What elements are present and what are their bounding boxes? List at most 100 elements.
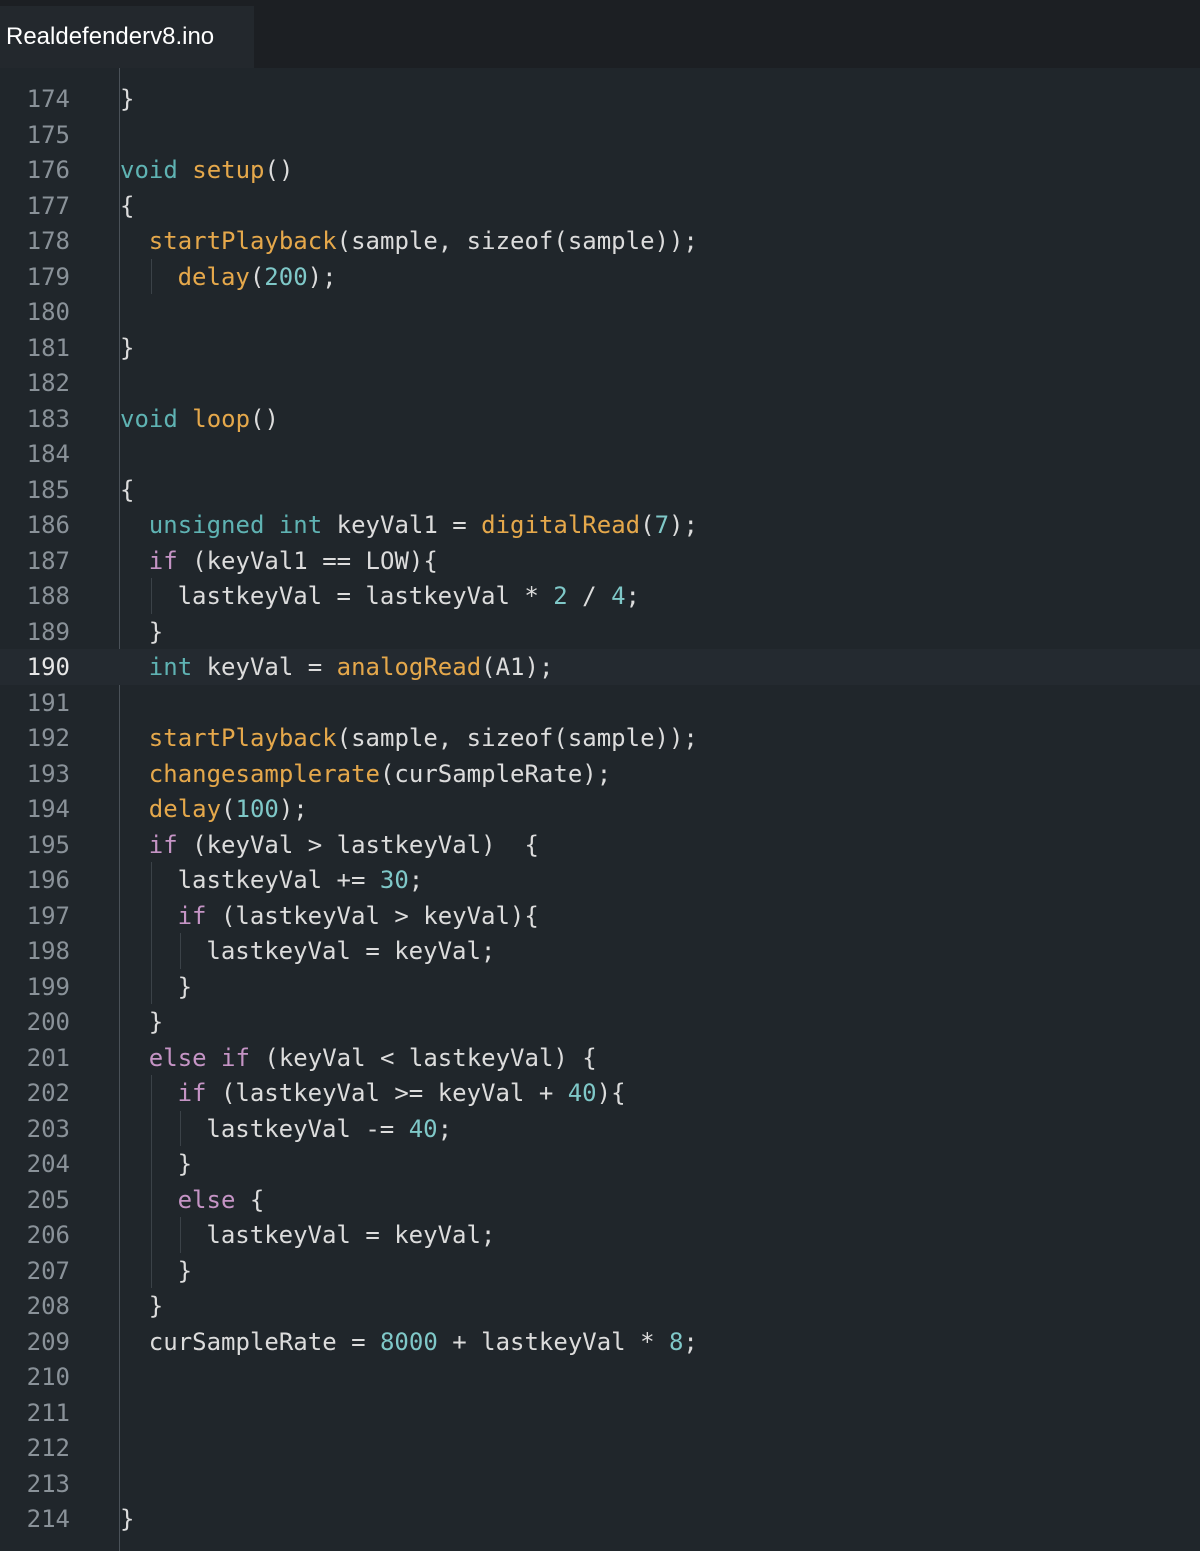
code-token: 8000 (379, 1327, 438, 1356)
code-token: (A1); (481, 653, 554, 681)
tab-bar: Realdefenderv8.ino (0, 0, 1200, 68)
code-token: () (250, 404, 279, 433)
indent-guide (150, 1217, 152, 1253)
code-token: } (148, 1292, 164, 1320)
code-token: ; (408, 866, 424, 894)
code-line[interactable]: 205 else { (0, 1181, 1200, 1217)
code-text: lastkeyVal = keyVal; (206, 937, 495, 965)
code-token: int (148, 653, 193, 681)
code-token: } (120, 85, 135, 113)
code-token: + lastkeyVal * (437, 1327, 669, 1356)
code-line[interactable]: 209 curSampleRate = 8000 + lastkeyVal * 8… (0, 1324, 1200, 1360)
line-number: 204 (26, 1150, 70, 1178)
code-line[interactable]: 187 if (keyVal1 == LOW){ (0, 543, 1200, 579)
line-number: 186 (26, 511, 70, 539)
code-token: analogRead (336, 653, 482, 681)
code-token: else (177, 1185, 236, 1214)
code-line[interactable]: 191 (0, 685, 1200, 721)
code-line[interactable]: 177 { (0, 188, 1200, 224)
code-line[interactable]: 204} (0, 1146, 1200, 1182)
code-line[interactable]: 190 int keyVal = analogRead(A1); (0, 649, 1200, 685)
line-number: 190 (26, 653, 70, 681)
code-line[interactable]: 202 if (lastkeyVal >= keyVal + 40){ (0, 1075, 1200, 1111)
code-line[interactable]: 196 lastkeyVal += 30; (0, 862, 1200, 898)
line-number: 179 (26, 262, 70, 291)
code-token: { (120, 191, 135, 220)
code-token: } (148, 1008, 164, 1036)
code-line[interactable]: 186 unsigned int keyVal1 = digitalRead(7)… (0, 507, 1200, 543)
code-line[interactable]: 184 (0, 436, 1200, 472)
code-line[interactable]: 208} (0, 1288, 1200, 1324)
code-token: void (120, 404, 178, 433)
line-number: 205 (26, 1185, 70, 1214)
code-line[interactable]: 210 (0, 1359, 1200, 1395)
code-line[interactable]: 200} (0, 1004, 1200, 1040)
code-line[interactable]: 189} (0, 614, 1200, 650)
code-text: else if (keyVal < lastkeyVal) { (149, 1044, 597, 1072)
line-number: 178 (26, 227, 70, 255)
code-text: } (120, 1505, 134, 1533)
code-token: 200 (264, 262, 308, 291)
code-text: } (178, 1150, 192, 1178)
line-number: 197 (26, 901, 70, 930)
code-token: ); (278, 795, 308, 823)
line-number: 185 (26, 475, 70, 504)
code-line[interactable]: 195 if (keyVal > lastkeyVal) { (0, 827, 1200, 863)
code-token: ; (625, 582, 640, 610)
code-token: lastkeyVal = keyVal; (206, 937, 496, 965)
code-token: (lastkeyVal >= keyVal + (206, 1079, 568, 1107)
code-text: startPlayback(sample, sizeof(sample)); (149, 724, 698, 752)
code-line[interactable]: 198 lastkeyVal = keyVal; (0, 933, 1200, 969)
code-line[interactable]: 193 changesamplerate(curSampleRate); (0, 756, 1200, 792)
code-line[interactable]: 194 delay(100); (0, 791, 1200, 827)
code-line[interactable]: 211 (0, 1395, 1200, 1431)
code-line[interactable]: 181} (0, 330, 1200, 366)
line-number: 184 (26, 440, 70, 468)
code-line[interactable]: 214} (0, 1501, 1200, 1537)
code-token: (keyVal < lastkeyVal) { (249, 1043, 597, 1072)
code-token: if (221, 1043, 250, 1072)
code-line[interactable]: 178 startPlayback(sample, sizeof(sample))… (0, 223, 1200, 259)
tab-file[interactable]: Realdefenderv8.ino (0, 6, 254, 68)
code-token: 4 (611, 582, 626, 610)
code-text: else { (178, 1186, 265, 1214)
indent-guide (150, 862, 152, 898)
indent-guide (179, 1217, 181, 1253)
code-line[interactable]: 207} (0, 1252, 1200, 1288)
code-text: void setup() (120, 156, 293, 184)
code-line[interactable]: 180 (0, 294, 1200, 330)
code-line[interactable]: 182 (0, 365, 1200, 401)
code-editor[interactable]: 174} 175 176 void setup() 177{ 178 startPlayba… (0, 68, 1200, 1551)
code-line[interactable]: 176 void setup() (0, 152, 1200, 188)
code-line[interactable]: 206 lastkeyVal = keyVal; (0, 1217, 1200, 1253)
code-line[interactable]: 192 startPlayback(sample, sizeof(sample))… (0, 720, 1200, 756)
code-token: } (120, 1505, 135, 1533)
code-token: (sample, sizeof(sample)); (336, 227, 698, 255)
code-line[interactable]: 175 (0, 117, 1200, 153)
code-line[interactable]: 201 else if (keyVal < lastkeyVal) { (0, 1040, 1200, 1076)
line-number: 196 (26, 866, 70, 894)
code-line[interactable]: 185 { (0, 472, 1200, 508)
code-token: if (148, 830, 178, 859)
code-token: 30 (379, 866, 409, 894)
code-line[interactable]: 203 lastkeyVal -= 40; (0, 1110, 1200, 1146)
code-line[interactable]: 188 lastkeyVal = lastkeyVal * 2 / 4; (0, 578, 1200, 614)
code-line[interactable]: 213 (0, 1466, 1200, 1502)
line-number: 192 (26, 724, 70, 752)
code-line[interactable]: 174} (0, 81, 1200, 117)
code-text: delay(100); (149, 795, 308, 823)
code-text: int keyVal = analogRead(A1); (149, 653, 554, 681)
code-token: / (567, 582, 612, 610)
code-line[interactable]: 183 void loop() (0, 401, 1200, 437)
code-text: startPlayback(sample, sizeof(sample)); (149, 227, 698, 255)
code-line[interactable]: 179 delay(200); (0, 258, 1200, 294)
code-token: startPlayback (148, 724, 337, 752)
code-line[interactable]: 212 (0, 1430, 1200, 1466)
line-number: 203 (26, 1114, 70, 1143)
code-token: 8 (668, 1327, 684, 1356)
code-line[interactable]: 199} (0, 968, 1200, 1004)
code-line[interactable]: 197 if (lastkeyVal > keyVal){ (0, 897, 1200, 933)
line-number: 182 (26, 369, 70, 397)
